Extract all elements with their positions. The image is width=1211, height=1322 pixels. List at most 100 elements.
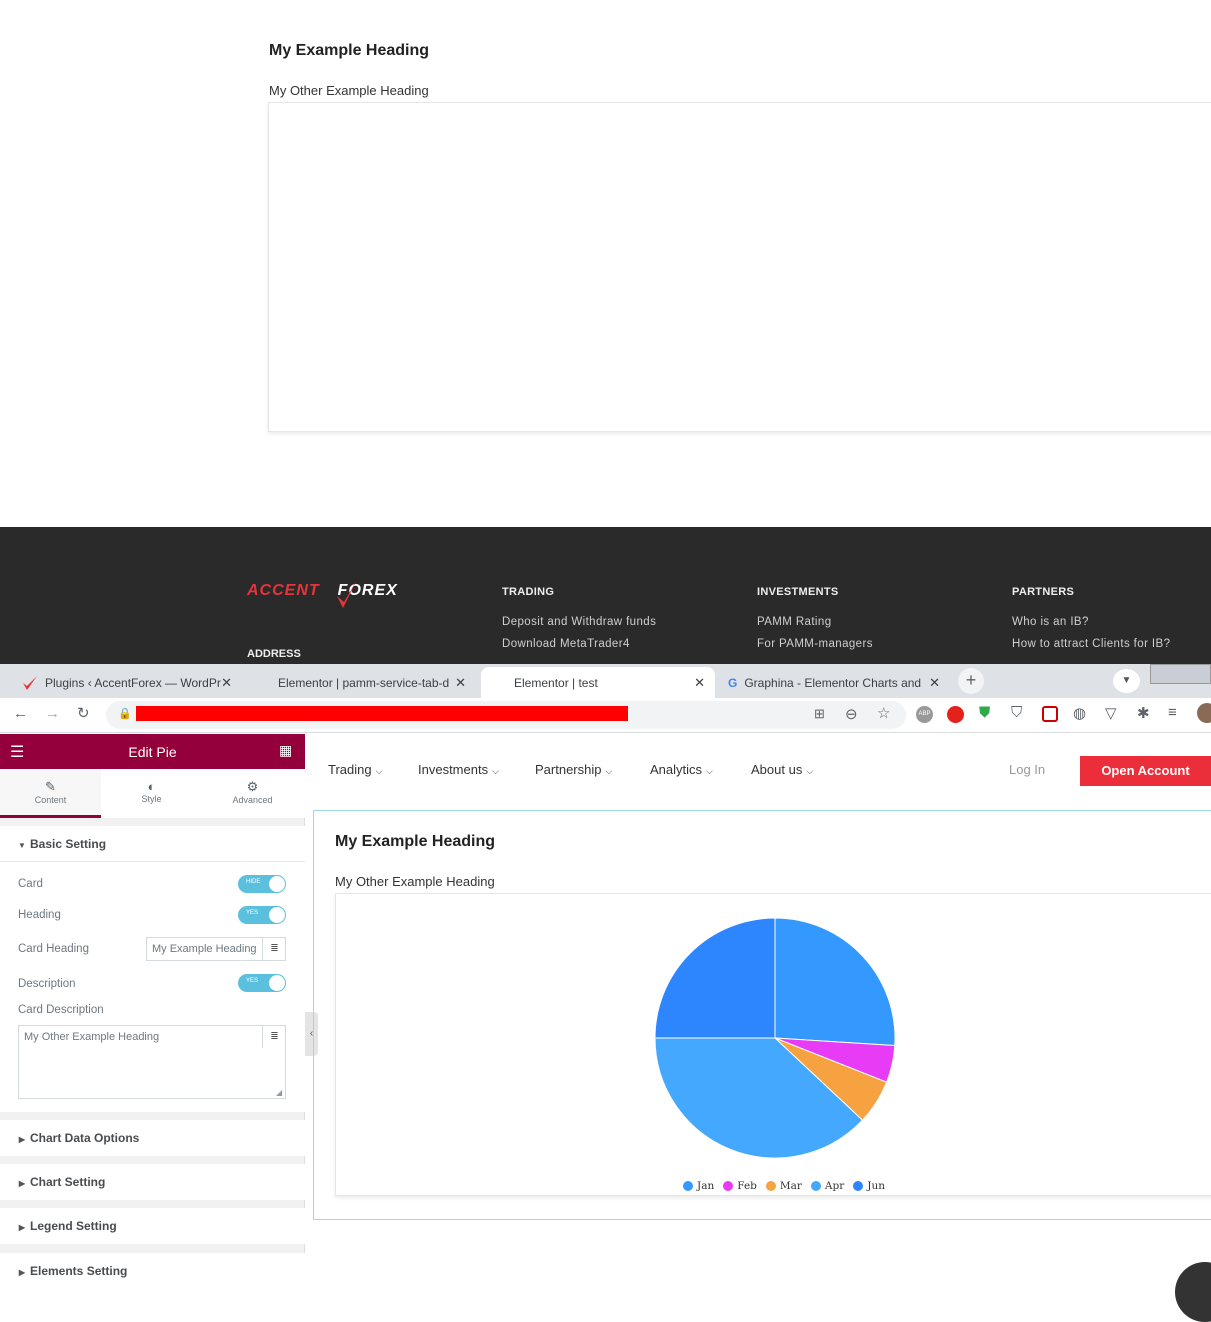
- section-chart-setting[interactable]: ▶ Chart Setting: [0, 1164, 305, 1200]
- footer-link[interactable]: How to attract Clients for IB?: [1012, 638, 1170, 650]
- legend-item-apr[interactable]: Apr: [810, 1180, 845, 1192]
- card-heading-label: Card Heading: [18, 943, 89, 955]
- legend-marker: [723, 1181, 734, 1191]
- legend-marker: [765, 1181, 776, 1191]
- google-g-icon: G: [728, 675, 738, 690]
- section-elements-setting[interactable]: ▶ Elements Setting: [0, 1253, 305, 1289]
- close-tab-icon[interactable]: ✕: [929, 675, 940, 691]
- widgets-grid-icon[interactable]: ▦: [279, 742, 292, 759]
- section-chart-data-options[interactable]: ▶ Chart Data Options: [0, 1120, 305, 1156]
- legend-item-jan[interactable]: Jan: [683, 1180, 714, 1192]
- section-title: Basic Setting: [30, 837, 107, 851]
- dynamic-tags-icon[interactable]: ≣: [262, 1026, 286, 1048]
- input-value: My Example Heading: [152, 943, 257, 955]
- description-toggle[interactable]: YES: [238, 974, 286, 992]
- textarea-value: My Other Example Heading: [24, 1031, 160, 1043]
- section-legend-setting[interactable]: ▶ Legend Setting: [0, 1208, 305, 1244]
- resize-handle-icon[interactable]: ◢: [276, 1088, 282, 1097]
- back-arrow-icon[interactable]: ←: [13, 705, 28, 722]
- browser-tab[interactable]: G Graphina - Elementor Charts and ✕: [716, 667, 950, 698]
- browser-tab-active[interactable]: Elementor | test ✕: [481, 667, 715, 698]
- forward-arrow-icon[interactable]: →: [45, 705, 60, 722]
- heading-toggle[interactable]: YES: [238, 906, 286, 924]
- legend-item-mar[interactable]: Mar: [765, 1180, 802, 1192]
- new-tab-button[interactable]: +: [958, 668, 984, 694]
- footer-link[interactable]: Download MetaTrader4: [502, 638, 630, 650]
- logo-check-icon: [337, 580, 357, 608]
- tab-content[interactable]: ✎ Content: [0, 769, 101, 818]
- nav-item-trading[interactable]: Trading ⌵: [328, 762, 382, 777]
- footer-link[interactable]: Who is an IB?: [1012, 616, 1089, 628]
- chevron-down-icon: ⌵: [492, 766, 499, 776]
- footer-logo[interactable]: ACCENT FOREX: [247, 582, 398, 600]
- record-extension-icon[interactable]: [1042, 706, 1058, 722]
- legend-marker: [853, 1181, 864, 1191]
- pie-chart: [654, 917, 896, 1159]
- top-card-heading: My Example Heading: [269, 42, 430, 59]
- browser-tab[interactable]: Plugins ‹ AccentForex — WordPr ✕: [10, 667, 242, 698]
- shield-check-icon[interactable]: ⛊: [979, 704, 990, 721]
- footer-col-trading-title: TRADING: [502, 586, 555, 598]
- close-tab-icon[interactable]: ✕: [694, 675, 705, 691]
- legend-item-feb[interactable]: Feb: [723, 1180, 757, 1192]
- legend-label: Apr: [824, 1180, 845, 1192]
- pencil-icon: ✎: [45, 779, 56, 794]
- browser-tab[interactable]: Elementor | pamm-service-tab-d ✕: [266, 667, 476, 698]
- card-toggle[interactable]: HIDE: [238, 875, 286, 893]
- section-title: Chart Data Options: [30, 1131, 140, 1145]
- footer-link[interactable]: Deposit and Withdraw funds: [502, 616, 656, 628]
- tab-advanced[interactable]: ⚙ Advanced: [202, 769, 303, 818]
- nav-label: Partnership: [535, 762, 602, 777]
- login-link[interactable]: Log In: [1009, 762, 1045, 777]
- section-title: Legend Setting: [30, 1219, 117, 1233]
- footer-link[interactable]: PAMM Rating: [757, 616, 831, 628]
- zoom-icon[interactable]: ⊖: [845, 705, 858, 723]
- nav-item-analytics[interactable]: Analytics ⌵: [650, 762, 713, 777]
- tab-style[interactable]: ◐ Style: [101, 769, 202, 818]
- dynamic-tags-icon[interactable]: ≣: [262, 938, 286, 960]
- legend-item-jun[interactable]: Jun: [853, 1180, 885, 1192]
- legend-marker: [683, 1181, 693, 1191]
- pie-slice-jan[interactable]: [774, 917, 896, 1047]
- vue-devtools-icon[interactable]: ▽: [1105, 704, 1117, 722]
- bookmark-star-icon[interactable]: ☆: [877, 704, 890, 722]
- card-description-textarea[interactable]: My Other Example Heading: [18, 1025, 286, 1099]
- browser-tab-label: Elementor | test: [514, 675, 598, 690]
- nav-label: Analytics: [650, 762, 703, 777]
- footer-col-investments-title: INVESTMENTS: [757, 586, 839, 598]
- card-description-label: Card Description: [18, 1004, 104, 1016]
- heading-label: Heading: [18, 909, 61, 921]
- section-title: Elements Setting: [30, 1264, 128, 1278]
- tab-label: Style: [141, 794, 162, 804]
- footer-link[interactable]: For PAMM-managers: [757, 638, 873, 650]
- chevron-down-icon: ⌵: [706, 766, 713, 776]
- pie-slice-jun[interactable]: [654, 917, 776, 1039]
- section-basic-setting[interactable]: ▼ Basic Setting: [0, 826, 305, 862]
- nav-item-about-us[interactable]: About us ⌵: [751, 762, 813, 777]
- adblock-icon[interactable]: ABP: [916, 706, 933, 723]
- translate-icon[interactable]: ⊞: [814, 706, 825, 722]
- reading-list-icon[interactable]: ≡: [1168, 704, 1177, 721]
- gear-icon: ⚙: [246, 779, 259, 794]
- lock-icon[interactable]: 🔒: [118, 707, 132, 720]
- nav-item-investments[interactable]: Investments ⌵: [418, 762, 499, 777]
- browser-tab-label: Graphina - Elementor Charts and: [744, 675, 922, 690]
- caret-down-icon: ▼: [18, 841, 26, 850]
- profile-dropdown-icon[interactable]: ▼: [1113, 669, 1140, 693]
- card-description: My Other Example Heading: [335, 874, 495, 889]
- globe-icon[interactable]: ◍: [1073, 704, 1086, 722]
- extensions-puzzle-icon[interactable]: ✱: [1137, 704, 1150, 722]
- avatar[interactable]: [1197, 703, 1211, 723]
- close-tab-icon[interactable]: ✕: [221, 675, 232, 691]
- tab-label: Advanced: [232, 795, 273, 805]
- reload-icon[interactable]: ↻: [77, 704, 90, 722]
- window-controls[interactable]: [1150, 664, 1211, 684]
- nav-label: About us: [751, 762, 803, 777]
- shield-icon[interactable]: ⛉: [1011, 704, 1022, 721]
- legend-marker: [810, 1181, 821, 1191]
- top-card-description: My Other Example Heading: [269, 83, 429, 98]
- close-tab-icon[interactable]: ✕: [455, 675, 466, 691]
- open-account-button[interactable]: Open Account: [1080, 756, 1211, 786]
- nav-item-partnership[interactable]: Partnership ⌵: [535, 762, 612, 777]
- opera-extension-icon[interactable]: [947, 706, 964, 723]
